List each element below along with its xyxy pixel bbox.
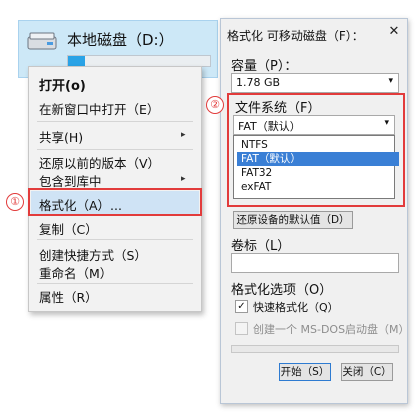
- annotation-badge-2: ②: [206, 96, 224, 114]
- msdos-boot-checkbox: [235, 322, 248, 335]
- capacity-value: 1.78 GB: [236, 76, 281, 89]
- format-dialog: 格式化 可移动磁盘（F）： ✕ 容量（P）： 1.78 GB ▾ 文件系统（F）…: [220, 18, 410, 404]
- menu-separator: [37, 149, 193, 150]
- menu-item-rename[interactable]: 重命名（M）: [39, 263, 112, 282]
- annotation-badge-1: ①: [6, 193, 24, 211]
- submenu-arrow-icon: ▸: [181, 130, 186, 140]
- start-button[interactable]: 开始（S）: [279, 363, 331, 381]
- close-button[interactable]: 关闭（C）: [341, 363, 393, 381]
- capacity-select[interactable]: 1.78 GB ▾: [231, 73, 399, 93]
- menu-item-restore-previous[interactable]: 还原以前的版本（V）: [39, 153, 160, 172]
- dialog-title: 格式化 可移动磁盘（F）：: [227, 29, 364, 43]
- msdos-boot-label: 创建一个 MS-DOS启动盘（M）: [253, 323, 410, 336]
- volume-label-label: 卷标（L）: [231, 239, 291, 254]
- menu-item-open[interactable]: 打开(o): [39, 75, 86, 94]
- close-icon[interactable]: ✕: [387, 25, 401, 39]
- menu-item-copy[interactable]: 复制（C）: [39, 219, 98, 238]
- menu-separator: [37, 239, 193, 240]
- annotation-box-filesystem: [227, 93, 405, 207]
- quick-format-checkbox[interactable]: ✓: [235, 300, 248, 313]
- drive-icon: [27, 32, 57, 50]
- menu-separator: [37, 121, 193, 122]
- quick-format-label: 快速格式化（Q）: [253, 301, 339, 314]
- menu-item-properties[interactable]: 属性（R）: [39, 287, 98, 306]
- format-progress-bar: [231, 345, 399, 353]
- drive-name: 本地磁盘（D:）: [67, 31, 174, 49]
- chevron-down-icon: ▾: [388, 76, 393, 86]
- submenu-arrow-icon: ▸: [181, 174, 186, 184]
- restore-defaults-button[interactable]: 还原设备的默认值（D）: [233, 211, 353, 229]
- menu-separator: [37, 283, 193, 284]
- drive-usage-fill: [68, 56, 86, 66]
- menu-item-open-new-window[interactable]: 在新窗口中打开（E）: [39, 99, 159, 118]
- capacity-label: 容量（P）：: [231, 59, 298, 74]
- volume-label-input[interactable]: [231, 253, 399, 273]
- format-options-label: 格式化选项（O）: [231, 283, 333, 298]
- annotation-box-format: [28, 188, 202, 216]
- menu-item-share[interactable]: 共享(H): [39, 127, 83, 146]
- menu-item-create-shortcut[interactable]: 创建快捷方式（S）: [39, 245, 147, 264]
